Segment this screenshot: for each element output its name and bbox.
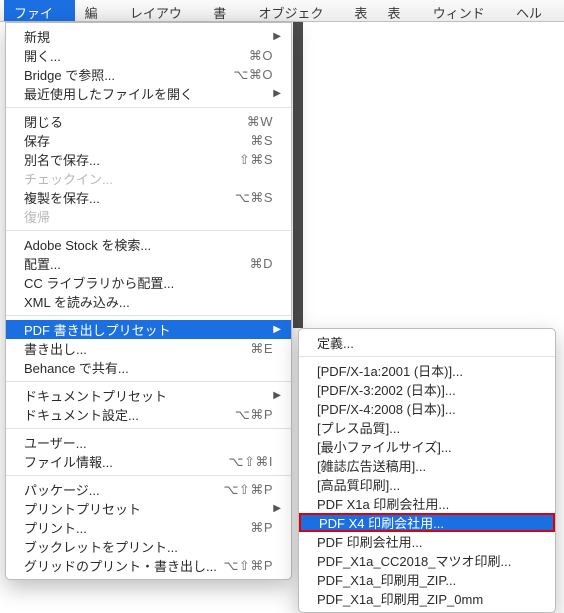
submenu-item-zip0[interactable]: PDF_X1a_印刷用_ZIP_0mm bbox=[299, 589, 555, 608]
menu-item-save[interactable]: 保存⌘S bbox=[6, 131, 291, 150]
menu-item-close[interactable]: 閉じる⌘W bbox=[6, 112, 291, 131]
submenu-item-pdf-print[interactable]: PDF 印刷会社用... bbox=[299, 532, 555, 551]
chevron-right-icon: ▶ bbox=[273, 88, 281, 99]
menu-help[interactable]: ヘルプ bbox=[506, 0, 564, 21]
menu-item-print-preset[interactable]: プリントプリセット▶ bbox=[6, 499, 291, 518]
pdf-preset-submenu: 定義... [PDF/X-1a:2001 (日本)]... [PDF/X-3:2… bbox=[298, 328, 556, 613]
submenu-item-x4-print[interactable]: PDF X4 印刷会社用... bbox=[299, 513, 555, 532]
file-menu-dropdown: 新規▶ 開く...⌘O Bridge で参照...⌥⌘O 最近使用したファイルを… bbox=[5, 22, 292, 580]
menu-view[interactable]: 表示 bbox=[377, 0, 422, 21]
chevron-right-icon: ▶ bbox=[273, 390, 281, 401]
menu-item-booklet[interactable]: ブックレットをプリント... bbox=[6, 537, 291, 556]
separator bbox=[6, 381, 291, 382]
submenu-item-highqual[interactable]: [高品質印刷]... bbox=[299, 475, 555, 494]
menu-layout[interactable]: レイアウト bbox=[120, 0, 203, 21]
chevron-right-icon: ▶ bbox=[273, 324, 281, 335]
menu-item-cc-lib[interactable]: CC ライブラリから配置... bbox=[6, 273, 291, 292]
menu-item-pdf-preset[interactable]: PDF 書き出しプリセット▶ bbox=[6, 320, 291, 339]
menu-item-doc-preset[interactable]: ドキュメントプリセット▶ bbox=[6, 386, 291, 405]
menu-item-file-info[interactable]: ファイル情報...⌥⇧⌘I bbox=[6, 452, 291, 471]
menu-item-behance[interactable]: Behance で共有... bbox=[6, 358, 291, 377]
menu-item-revert: 復帰 bbox=[6, 207, 291, 226]
separator bbox=[6, 315, 291, 316]
menu-item-open[interactable]: 開く...⌘O bbox=[6, 46, 291, 65]
submenu-item-x42008[interactable]: [PDF/X-4:2008 (日本)]... bbox=[299, 399, 555, 418]
submenu-item-x32002[interactable]: [PDF/X-3:2002 (日本)]... bbox=[299, 380, 555, 399]
menu-item-place[interactable]: 配置...⌘D bbox=[6, 254, 291, 273]
menu-table[interactable]: 表 bbox=[344, 0, 377, 21]
menu-item-doc-setup[interactable]: ドキュメント設定...⌥⌘P bbox=[6, 405, 291, 424]
separator bbox=[6, 230, 291, 231]
submenu-item-cc2018[interactable]: PDF_X1a_CC2018_マツオ印刷... bbox=[299, 551, 555, 570]
menu-item-grid-print[interactable]: グリッドのプリント・書き出し...⌥⇧⌘P bbox=[6, 556, 291, 575]
separator bbox=[6, 475, 291, 476]
menu-type[interactable]: 書式 bbox=[203, 0, 248, 21]
menu-item-save-as[interactable]: 別名で保存...⇧⌘S bbox=[6, 150, 291, 169]
menu-item-xml[interactable]: XML を読み込み... bbox=[6, 292, 291, 311]
chevron-right-icon: ▶ bbox=[273, 503, 281, 514]
menu-item-stock[interactable]: Adobe Stock を検索... bbox=[6, 235, 291, 254]
document-canvas bbox=[303, 22, 564, 328]
separator bbox=[6, 428, 291, 429]
menu-item-recent[interactable]: 最近使用したファイルを開く▶ bbox=[6, 84, 291, 103]
submenu-item-smallest[interactable]: [最小ファイルサイズ]... bbox=[299, 437, 555, 456]
menu-item-new[interactable]: 新規▶ bbox=[6, 27, 291, 46]
separator bbox=[299, 356, 555, 357]
menu-item-user[interactable]: ユーザー... bbox=[6, 433, 291, 452]
menu-file[interactable]: ファイル bbox=[4, 0, 75, 21]
menu-window[interactable]: ウィンドウ bbox=[423, 0, 506, 21]
menu-item-package[interactable]: パッケージ...⌥⇧⌘P bbox=[6, 480, 291, 499]
menu-item-bridge[interactable]: Bridge で参照...⌥⌘O bbox=[6, 65, 291, 84]
menu-object[interactable]: オブジェクト bbox=[249, 0, 345, 21]
menu-item-checkin: チェックイン... bbox=[6, 169, 291, 188]
submenu-item-x1a2001[interactable]: [PDF/X-1a:2001 (日本)]... bbox=[299, 361, 555, 380]
submenu-item-press[interactable]: [プレス品質]... bbox=[299, 418, 555, 437]
submenu-item-zip[interactable]: PDF_X1a_印刷用_ZIP... bbox=[299, 570, 555, 589]
menu-edit[interactable]: 編集 bbox=[75, 0, 120, 21]
menu-item-export[interactable]: 書き出し...⌘E bbox=[6, 339, 291, 358]
submenu-item-x1a-print[interactable]: PDF X1a 印刷会社用... bbox=[299, 494, 555, 513]
submenu-item-magazine[interactable]: [雑誌広告送稿用]... bbox=[299, 456, 555, 475]
menubar: ファイル 編集 レイアウト 書式 オブジェクト 表 表示 ウィンドウ ヘルプ bbox=[0, 0, 564, 22]
submenu-item-define[interactable]: 定義... bbox=[299, 333, 555, 352]
menu-item-print[interactable]: プリント...⌘P bbox=[6, 518, 291, 537]
menu-item-save-copy[interactable]: 複製を保存...⌥⌘S bbox=[6, 188, 291, 207]
separator bbox=[6, 107, 291, 108]
chevron-right-icon: ▶ bbox=[273, 31, 281, 42]
